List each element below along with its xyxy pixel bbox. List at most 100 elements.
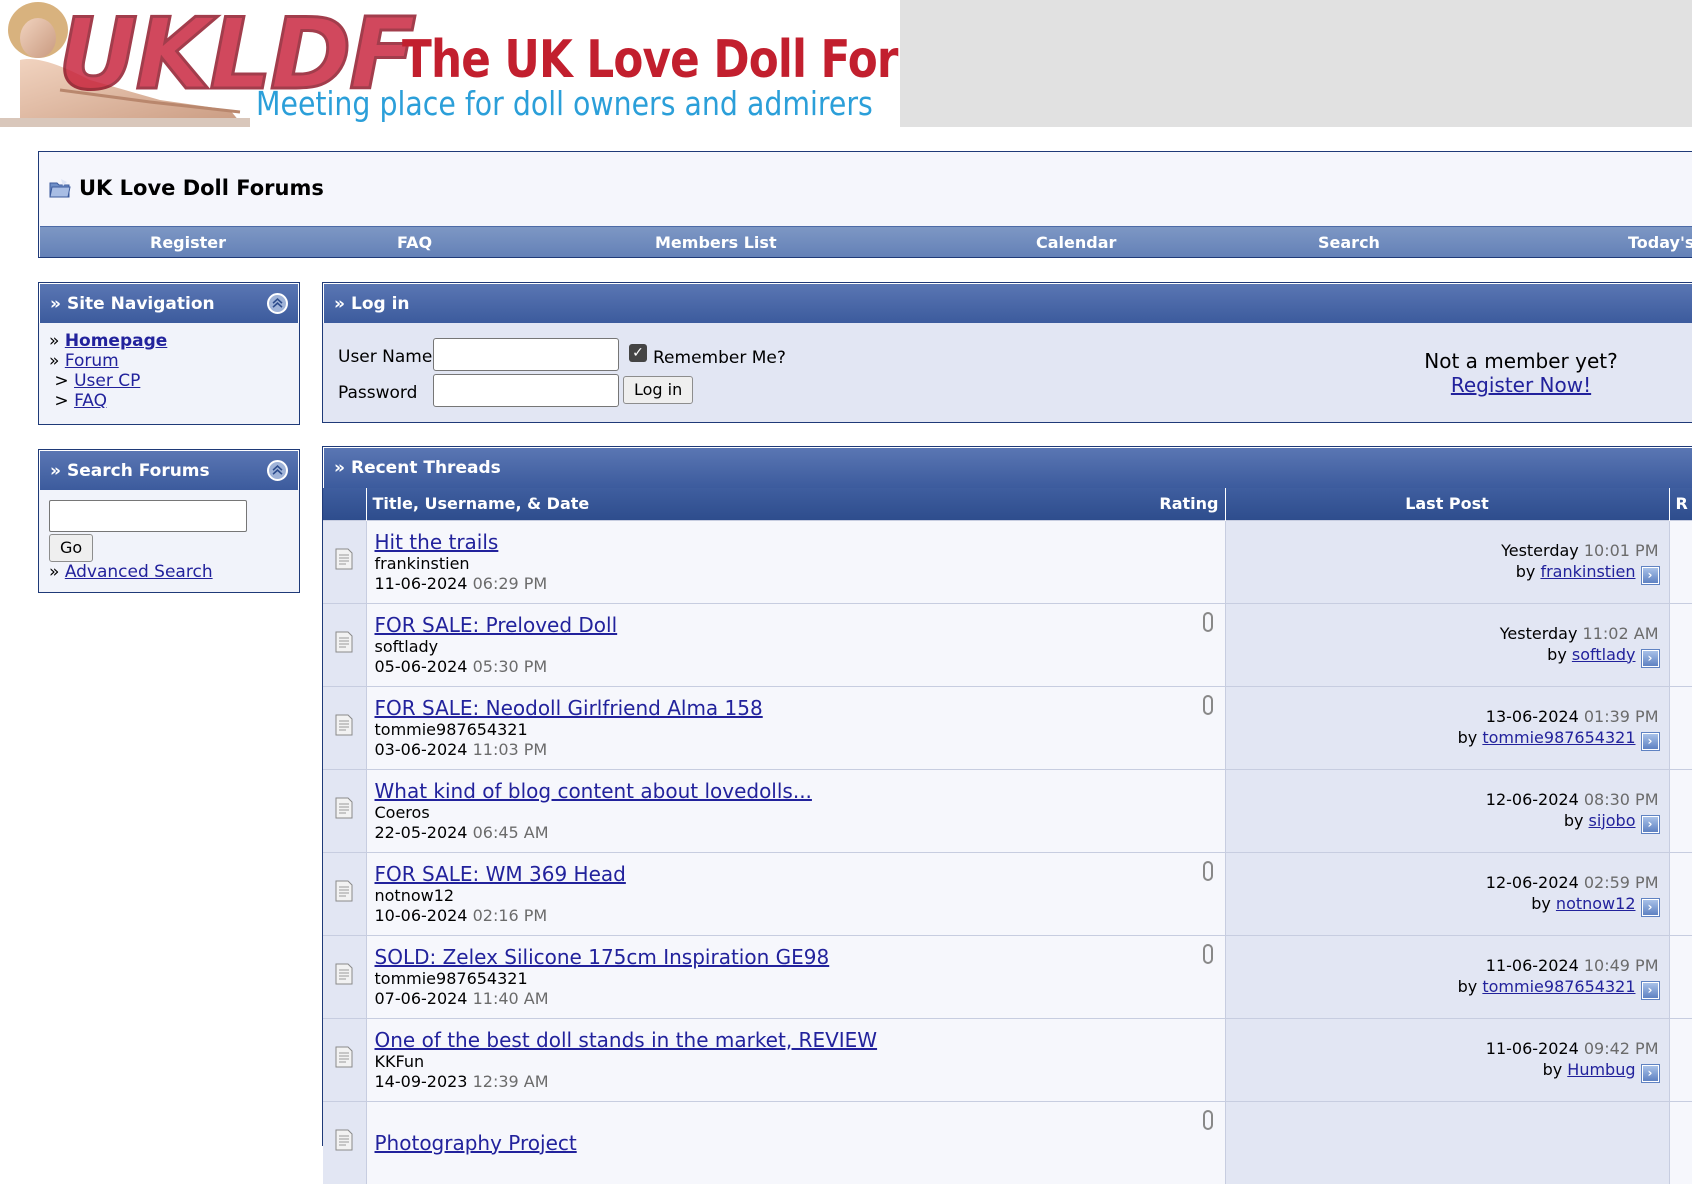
thread-date-value: 14-09-2023 [374,1071,468,1091]
extra-cell [1669,768,1692,852]
last-post-user-link[interactable]: tommie987654321 [1482,728,1635,747]
last-post-by-prefix: by [1542,1059,1563,1079]
goto-last-post-icon[interactable]: › [1640,980,1660,1000]
collapse-icon[interactable] [267,293,288,314]
search-input[interactable] [49,500,247,532]
username-label: User Name [338,347,433,367]
last-post-user-link[interactable]: sijobo [1589,811,1636,830]
last-post-time-value: 09:42 PM [1583,1038,1659,1058]
last-post-cell: 12-06-2024 08:30 PM by sijobo › [1225,768,1670,852]
last-post-date: 11-06-2024 09:42 PM [1227,1038,1659,1059]
last-post-user-link[interactable]: tommie987654321 [1482,977,1635,996]
thread-title-link[interactable]: One of the best doll stands in the marke… [375,1028,878,1052]
last-post-by-prefix: by [1531,893,1551,913]
last-post-date: Yesterday 11:02 AM [1227,623,1659,644]
thread-title-link[interactable]: What kind of blog content about lovedoll… [375,779,812,803]
last-post-author: by frankinstien › [1227,561,1660,585]
thread-title-link[interactable]: Photography Project [375,1131,577,1155]
goto-last-post-icon[interactable]: › [1640,814,1660,834]
user-cp-link[interactable]: User CP [74,371,140,391]
thread-title-cell: One of the best doll stands in the marke… [366,1017,1226,1101]
advanced-search-link[interactable]: Advanced Search [65,562,213,582]
table-row: Photography Project › [323,1100,1692,1184]
thread-status-icon [335,548,353,570]
forum-link[interactable]: Forum [65,351,119,371]
thread-title-cell: Hit the trails frankinstien 11-06-2024 0… [366,519,1226,603]
thread-title-link[interactable]: FOR SALE: Neodoll Girlfriend Alma 158 [375,696,763,720]
raquo-icon: » [334,458,345,478]
col-extra-label[interactable]: R [1676,494,1688,513]
site-navigation-title: Site Navigation [66,293,215,314]
last-post-user-link[interactable]: frankinstien [1540,562,1635,581]
thread-title-link[interactable]: Hit the trails [375,530,499,554]
thread-status-cell [323,602,367,686]
thread-author: notnow12 [374,885,455,905]
nav-todays-posts[interactable]: Today's [1628,233,1692,252]
login-box: » Log in User Name ✓ Remember Me? Passwo… [322,282,1692,423]
last-post-date: 12-06-2024 02:59 PM [1227,872,1659,893]
nav-faq[interactable]: FAQ [397,233,432,252]
site-navigation-header: » Site Navigation [39,283,299,323]
last-post-cell: Yesterday 11:02 AM by softlady › [1225,602,1670,686]
table-row: FOR SALE: Preloved Doll softlady 05-06-2… [323,602,1692,686]
recent-threads-header: » Recent Threads [323,447,1692,488]
last-post-cell: 11-06-2024 09:42 PM by Humbug › [1225,1017,1670,1101]
register-now-link[interactable]: Register Now! [1451,373,1591,397]
homepage-link[interactable]: Homepage [65,331,168,351]
last-post-time-value: 10:49 PM [1583,955,1659,975]
thread-title-link[interactable]: FOR SALE: Preloved Doll [375,613,618,637]
nav-members-list[interactable]: Members List [655,233,777,252]
nav-calendar[interactable]: Calendar [1036,233,1116,252]
thread-status-cell [323,768,367,852]
login-button[interactable]: Log in [623,376,694,404]
last-post-cell: 13-06-2024 01:39 PM by tommie987654321 › [1225,685,1670,769]
nav-item-forum: » Forum [49,351,119,371]
attachment-paperclip-icon [1202,1109,1213,1130]
site-logo[interactable]: UKLDF The UK Love Doll Forum Meeting pla… [0,0,900,127]
thread-date: 07-06-2024 11:40 AM [375,989,1224,1009]
goto-last-post-icon[interactable]: › [1640,1063,1660,1083]
nav-register[interactable]: Register [150,233,226,252]
col-rating-label[interactable]: Rating [1159,494,1218,513]
extra-cell [1669,602,1692,686]
table-row: FOR SALE: WM 369 Head notnow12 10-06-202… [323,851,1692,935]
last-post-time-value: 02:59 PM [1583,872,1659,892]
thread-time-value: 06:45 AM [472,822,549,842]
last-post-author: by softlady › [1227,644,1660,668]
col-icon-header [323,488,367,520]
raquo-icon: » [334,293,345,314]
thread-date: 03-06-2024 11:03 PM [375,740,1224,760]
collapse-icon[interactable] [267,460,288,481]
forum-title-row: UK Love Doll Forums [39,152,1692,224]
last-post-user-link[interactable]: Humbug [1567,1060,1635,1079]
col-last-post-label[interactable]: Last Post [1405,494,1489,513]
goto-last-post-icon[interactable]: › [1640,731,1660,751]
search-forums-body: Go » Advanced Search [39,490,299,590]
last-post-date: Yesterday 10:01 PM [1227,540,1658,561]
thread-title-link[interactable]: SOLD: Zelex Silicone 175cm Inspiration G… [375,945,830,969]
password-field[interactable] [433,374,619,407]
goto-last-post-icon[interactable]: › [1640,565,1660,585]
last-post-user-link[interactable]: softlady [1572,645,1636,664]
goto-last-post-icon[interactable]: › [1640,897,1660,917]
col-extra-header: R [1669,488,1692,520]
last-post-date-value: 12-06-2024 [1485,789,1579,809]
nav-search[interactable]: Search [1318,233,1380,252]
go-button[interactable]: Go [49,534,94,562]
remember-me-checkbox[interactable]: ✓ [629,344,647,362]
faq-link[interactable]: FAQ [74,391,107,411]
thread-time-value: 12:39 AM [472,1071,549,1091]
last-post-user-link[interactable]: notnow12 [1556,894,1636,913]
last-post-date: 12-06-2024 08:30 PM [1227,789,1659,810]
thread-date-value: 07-06-2024 [374,988,468,1008]
extra-cell [1669,685,1692,769]
goto-last-post-icon[interactable]: › [1640,648,1660,668]
col-title-label[interactable]: Title, Username, & Date [373,494,590,513]
logo-tagline: Meeting place for doll owners and admire… [256,84,873,123]
thread-title-cell: What kind of blog content about lovedoll… [366,768,1226,852]
username-field[interactable] [433,338,619,371]
thread-title-link[interactable]: FOR SALE: WM 369 Head [375,862,626,886]
thread-title-cell: FOR SALE: WM 369 Head notnow12 10-06-202… [366,851,1226,935]
search-forums-header: » Search Forums [39,450,299,490]
remember-me-label: Remember Me? [653,348,786,368]
